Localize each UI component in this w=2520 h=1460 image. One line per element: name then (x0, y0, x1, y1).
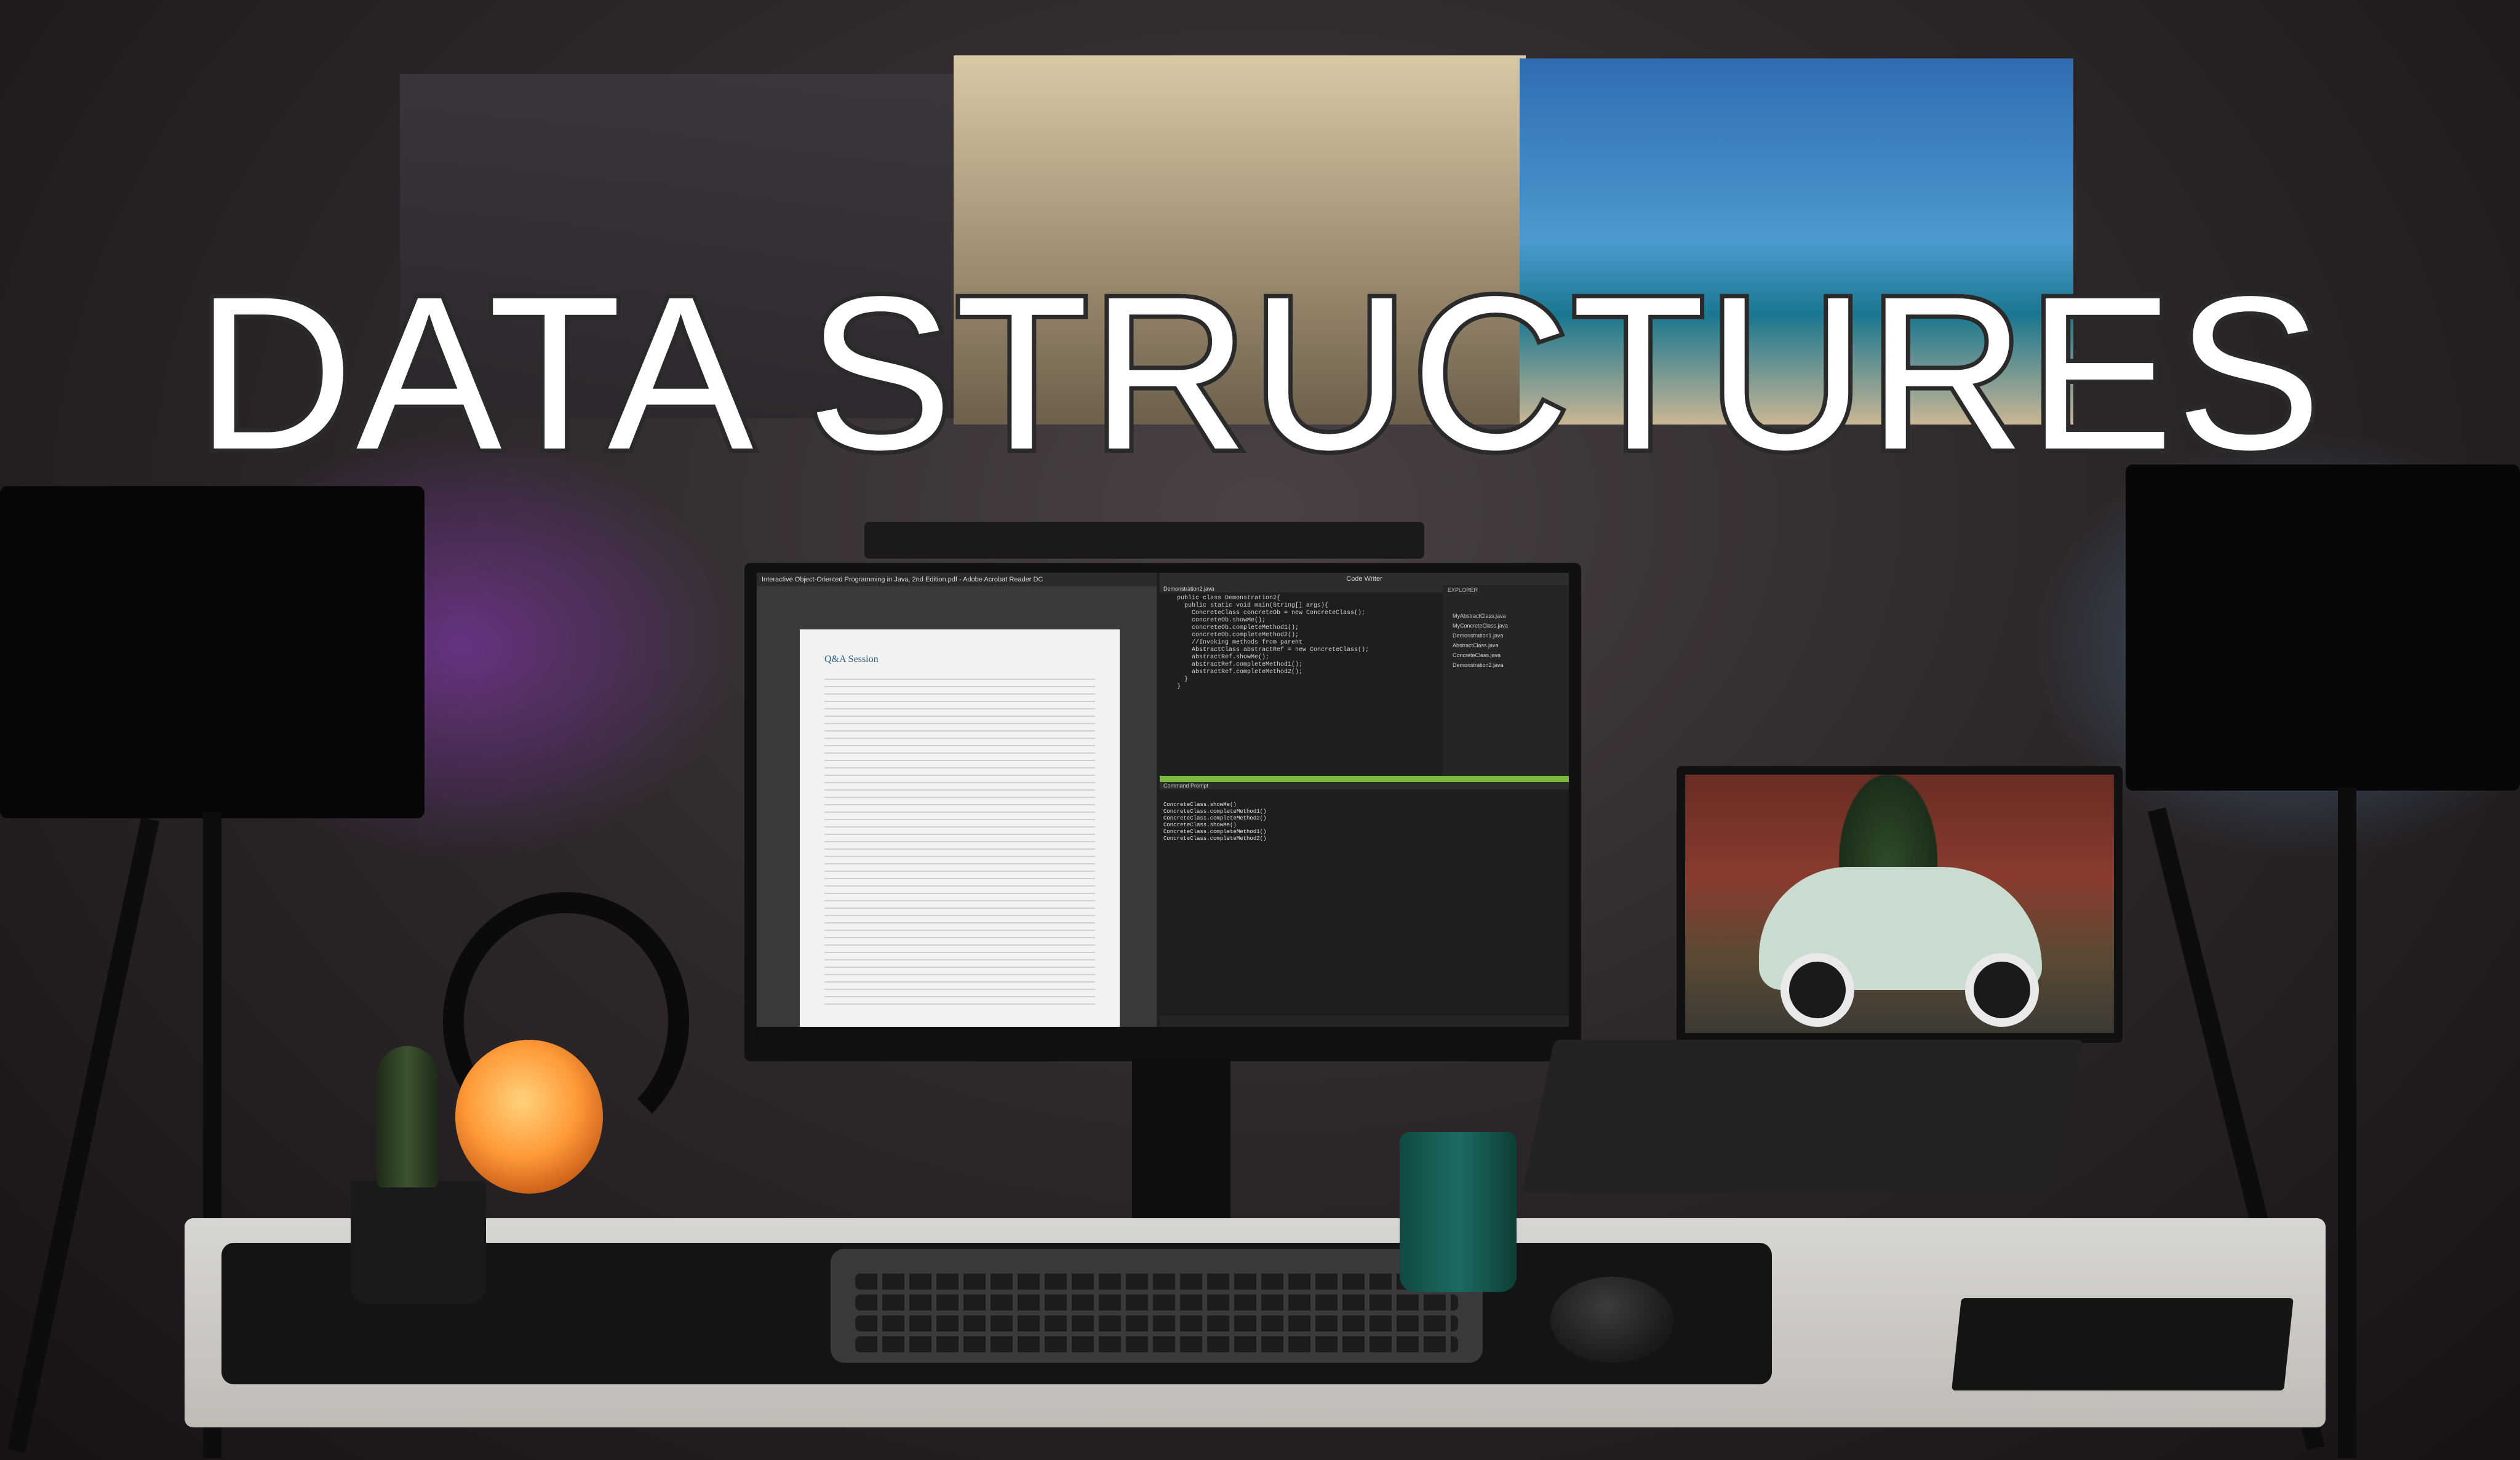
overlay-title: DATA STRUCTURES (191, 252, 2326, 495)
pdf-section-title: Q&A Session (824, 654, 879, 664)
editor-status-bar (1160, 776, 1569, 782)
wireless-mouse (1550, 1277, 1673, 1363)
code-line: public class Demonstration2{ (1177, 595, 1281, 602)
code-window-title: Code Writer (1160, 573, 1569, 585)
notebook (1952, 1298, 2294, 1390)
pdf-body-text (824, 679, 1095, 1011)
terminal-panel: Command Prompt ConcreteClass.showMe() Con… (1160, 782, 1569, 1016)
car-wheel-rear (1965, 953, 2039, 1027)
editor-tab[interactable]: Demonstration2.java (1160, 585, 1443, 592)
car-wheel-front (1780, 953, 1854, 1027)
code-line: ConcreteClass concreteOb = new ConcreteC… (1177, 610, 1366, 616)
code-line: public static void main(String[] args){ (1177, 602, 1329, 609)
left-floor-lamp-shade (0, 486, 425, 818)
monitor-screen: Interactive Object-Oriented Programming … (757, 573, 1569, 1039)
key-row (855, 1315, 1458, 1331)
terminal-line: ConcreteClass.completeMethod2() (1163, 836, 1267, 842)
code-line: abstractRef.completeMethod2(); (1177, 669, 1303, 676)
explorer-file: MyAbstractClass.java (1453, 613, 1506, 619)
laptop-screen (1677, 766, 2123, 1043)
explorer-file: Demonstration2.java (1453, 662, 1504, 668)
key-row (855, 1336, 1458, 1352)
code-line: } (1177, 684, 1181, 690)
wireless-keyboard (831, 1249, 1483, 1363)
left-lamp-leg-2 (7, 817, 159, 1453)
terminal-line: ConcreteClass.completeMethod1() (1163, 829, 1267, 835)
code-editor: Demonstration2.java public class Demonst… (1160, 585, 1443, 776)
code-lines: public class Demonstration2{ public stat… (1160, 592, 1443, 691)
key-row (855, 1274, 1458, 1290)
desk-setup-photo: Interactive Object-Oriented Programming … (0, 0, 2520, 1460)
explorer-file-list: MyAbstractClass.java MyConcreteClass.java… (1444, 595, 1569, 670)
code-line: abstractRef.showMe(); (1177, 654, 1270, 661)
terminal-title: Command Prompt (1160, 782, 1569, 789)
terminal-output: ConcreteClass.showMe() ConcreteClass.comp… (1160, 789, 1569, 842)
code-line: AbstractClass abstractRef = new Concrete… (1177, 647, 1370, 653)
right-lamp-leg (2338, 788, 2356, 1458)
laptop-wallpaper-car (1685, 775, 2114, 1033)
plant-pot (351, 1181, 486, 1304)
code-line: //Invoking methods from parent (1177, 639, 1303, 646)
code-line: } (1177, 676, 1189, 683)
desktop-monitor: Interactive Object-Oriented Programming … (744, 563, 1581, 1061)
right-floor-lamp-shade (2126, 465, 2520, 791)
explorer-file: ConcreteClass.java (1453, 652, 1501, 658)
explorer-file: Demonstration1.java (1453, 632, 1504, 639)
terminal-line: ConcreteClass.showMe() (1163, 802, 1237, 808)
code-editor-window: Code Writer Demonstration2.java public c… (1160, 573, 1569, 1039)
cactus-plant (377, 1046, 438, 1187)
terminal-line: ConcreteClass.completeMethod2() (1163, 815, 1267, 821)
code-line: concreteOb.completeMethod2(); (1177, 632, 1299, 639)
monitor-light-bar (864, 522, 1424, 559)
code-line: concreteOb.showMe(); (1177, 617, 1266, 624)
moon-lamp (455, 1040, 603, 1194)
pdf-window-title: Interactive Object-Oriented Programming … (757, 573, 1157, 586)
file-explorer: EXPLORER MyAbstractClass.java MyConcreteC… (1444, 585, 1569, 776)
explorer-file: MyConcreteClass.java (1453, 623, 1509, 629)
terminal-line: ConcreteClass.showMe() (1163, 822, 1237, 828)
terminal-line: ConcreteClass.completeMethod1() (1163, 808, 1267, 815)
explorer-title: EXPLORER (1448, 587, 1478, 593)
code-line: concreteOb.completeMethod1(); (1177, 624, 1299, 631)
windows-taskbar (757, 1027, 1569, 1039)
code-line: abstractRef.completeMethod1(); (1177, 661, 1303, 668)
green-mug (1400, 1132, 1517, 1292)
key-row (855, 1294, 1458, 1310)
pdf-page: Q&A Session (800, 629, 1120, 1035)
explorer-file: AbstractClass.java (1453, 642, 1499, 648)
pdf-reader-window: Interactive Object-Oriented Programming … (757, 573, 1157, 1039)
laptop-keyboard-deck (1521, 1040, 2084, 1194)
monitor-stand (1132, 1058, 1230, 1218)
